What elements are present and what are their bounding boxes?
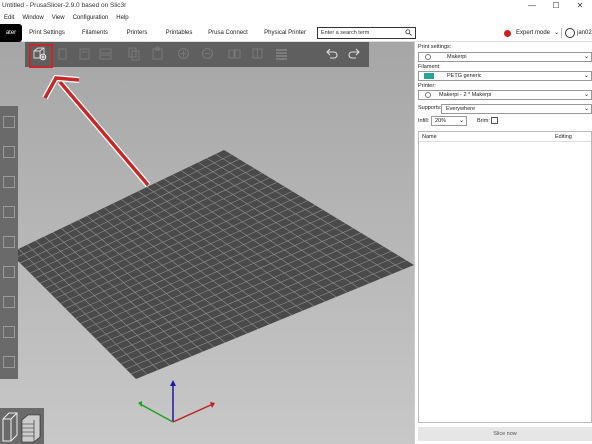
toolbar-divider	[561, 28, 562, 38]
view-toggle	[0, 408, 44, 444]
remove-instance-icon[interactable]	[200, 46, 215, 61]
split-objects-icon[interactable]	[227, 46, 242, 61]
infill-value: 20%	[435, 118, 447, 124]
chevron-down-icon: ⌄	[583, 73, 589, 79]
tab-print-settings[interactable]: Print Settings	[24, 24, 70, 42]
minimize-button[interactable]: —	[520, 0, 544, 12]
3d-viewport[interactable]	[0, 42, 414, 444]
preview-layers-icon[interactable]	[21, 414, 41, 443]
undo-icon[interactable]	[324, 46, 339, 61]
printer-value: Makerpi - 2 * Makerpi	[439, 92, 492, 98]
maximize-button[interactable]: ☐	[544, 0, 568, 12]
seam-painting-icon[interactable]	[3, 296, 15, 308]
avatar-icon	[565, 28, 575, 38]
menu-view[interactable]: View	[48, 12, 69, 24]
paint-supports-icon[interactable]	[3, 266, 15, 278]
filament-color-swatch[interactable]	[424, 73, 434, 79]
redo-icon[interactable]	[347, 46, 362, 61]
emboss-icon[interactable]	[3, 356, 15, 368]
menu-edit[interactable]: Edit	[0, 12, 18, 24]
chevron-down-icon: ⌄	[583, 92, 589, 98]
menu-window[interactable]: Window	[18, 12, 47, 24]
chevron-down-icon: ⌄	[554, 30, 560, 36]
print-settings-label: Print settings:	[418, 44, 452, 50]
filament-value: PETG generic	[447, 73, 482, 79]
window-controls: — ☐ ✕	[520, 0, 592, 12]
search-input[interactable]: Enter a search term	[317, 27, 416, 39]
supports-value: Everywhere	[446, 106, 476, 112]
measure-icon[interactable]	[3, 326, 15, 338]
print-profile-icon	[425, 54, 431, 60]
tab-prusa-connect[interactable]: Prusa Connect	[204, 24, 252, 42]
infill-select[interactable]: 20% ⌄	[431, 116, 467, 126]
menu-bar: Edit Window View Configuration Help	[0, 12, 592, 24]
object-list[interactable]: Name Editing	[418, 131, 592, 423]
mode-indicator-icon	[504, 29, 511, 37]
infill-label: Infill:	[418, 118, 430, 124]
move-icon[interactable]	[3, 116, 15, 128]
plater-toolbar	[25, 42, 369, 67]
gizmo-toolbar	[0, 106, 18, 379]
annotation-arrow	[42, 74, 151, 187]
axes-icon	[138, 380, 215, 423]
menu-help[interactable]: Help	[112, 12, 132, 24]
delete-icon[interactable]	[55, 46, 70, 61]
user-name: jan02	[577, 30, 592, 36]
3d-view-icon[interactable]	[2, 412, 18, 442]
split-parts-icon[interactable]	[250, 46, 265, 61]
arrange-icon[interactable]	[98, 46, 113, 61]
paste-icon[interactable]	[150, 46, 165, 61]
delete-all-icon[interactable]	[77, 46, 92, 61]
copy-icon[interactable]	[126, 46, 141, 61]
tab-filaments[interactable]: Filaments	[76, 24, 114, 42]
supports-select[interactable]: Everywhere ⌄	[441, 104, 592, 114]
brim-checkbox[interactable]	[491, 117, 498, 124]
search-placeholder: Enter a search term	[321, 30, 370, 36]
cut-icon[interactable]	[3, 236, 15, 248]
supports-label: Supports:	[418, 105, 442, 111]
print-settings-value: Makerpi	[447, 54, 467, 60]
menu-configuration[interactable]: Configuration	[69, 12, 113, 24]
tab-printables[interactable]: Printables	[160, 24, 198, 42]
filament-select[interactable]: PETG generic ⌄	[418, 71, 592, 81]
close-button[interactable]: ✕	[568, 0, 592, 12]
add-button-highlight	[29, 44, 53, 68]
print-settings-select[interactable]: Makerpi ⌄	[418, 52, 592, 62]
printer-profile-icon	[425, 92, 431, 98]
place-on-face-icon[interactable]	[3, 206, 15, 218]
tab-plater[interactable]: ater	[0, 24, 22, 42]
brim-label: Brim:	[477, 118, 490, 124]
title-bar: Untitled - PrusaSlicer-2.9.0 based on Sl…	[0, 0, 592, 12]
chevron-down-icon: ⌄	[458, 118, 464, 124]
rotate-icon[interactable]	[3, 176, 15, 188]
printer-select[interactable]: Makerpi - 2 * Makerpi ⌄	[418, 90, 592, 100]
mode-label: Expert mode	[516, 30, 551, 36]
layer-editing-icon[interactable]	[274, 46, 289, 61]
tab-physical-printer[interactable]: Physical Printer	[258, 24, 312, 42]
column-editing[interactable]: Editing	[555, 132, 572, 142]
window-title: Untitled - PrusaSlicer-2.9.0 based on Sl…	[2, 2, 127, 9]
column-name[interactable]: Name	[422, 132, 437, 142]
tab-bar: ater Print Settings Filaments Printers P…	[0, 24, 592, 42]
tab-printers[interactable]: Printers	[120, 24, 154, 42]
settings-sidebar: Print settings: Makerpi ⌄ Filament: PETG…	[414, 42, 592, 444]
scale-icon[interactable]	[3, 146, 15, 158]
add-instance-icon[interactable]	[176, 46, 191, 61]
object-list-header: Name Editing	[419, 132, 591, 142]
chevron-down-icon: ⌄	[583, 106, 589, 112]
mode-selector[interactable]: Expert mode ⌄	[504, 27, 559, 39]
slice-now-button[interactable]: Slice now	[418, 427, 592, 441]
user-account[interactable]: jan02	[565, 27, 592, 39]
filament-label: Filament:	[418, 64, 441, 70]
search-icon	[405, 29, 412, 36]
printer-label: Printer:	[418, 83, 436, 89]
chevron-down-icon: ⌄	[583, 54, 589, 60]
print-bed	[10, 74, 414, 423]
